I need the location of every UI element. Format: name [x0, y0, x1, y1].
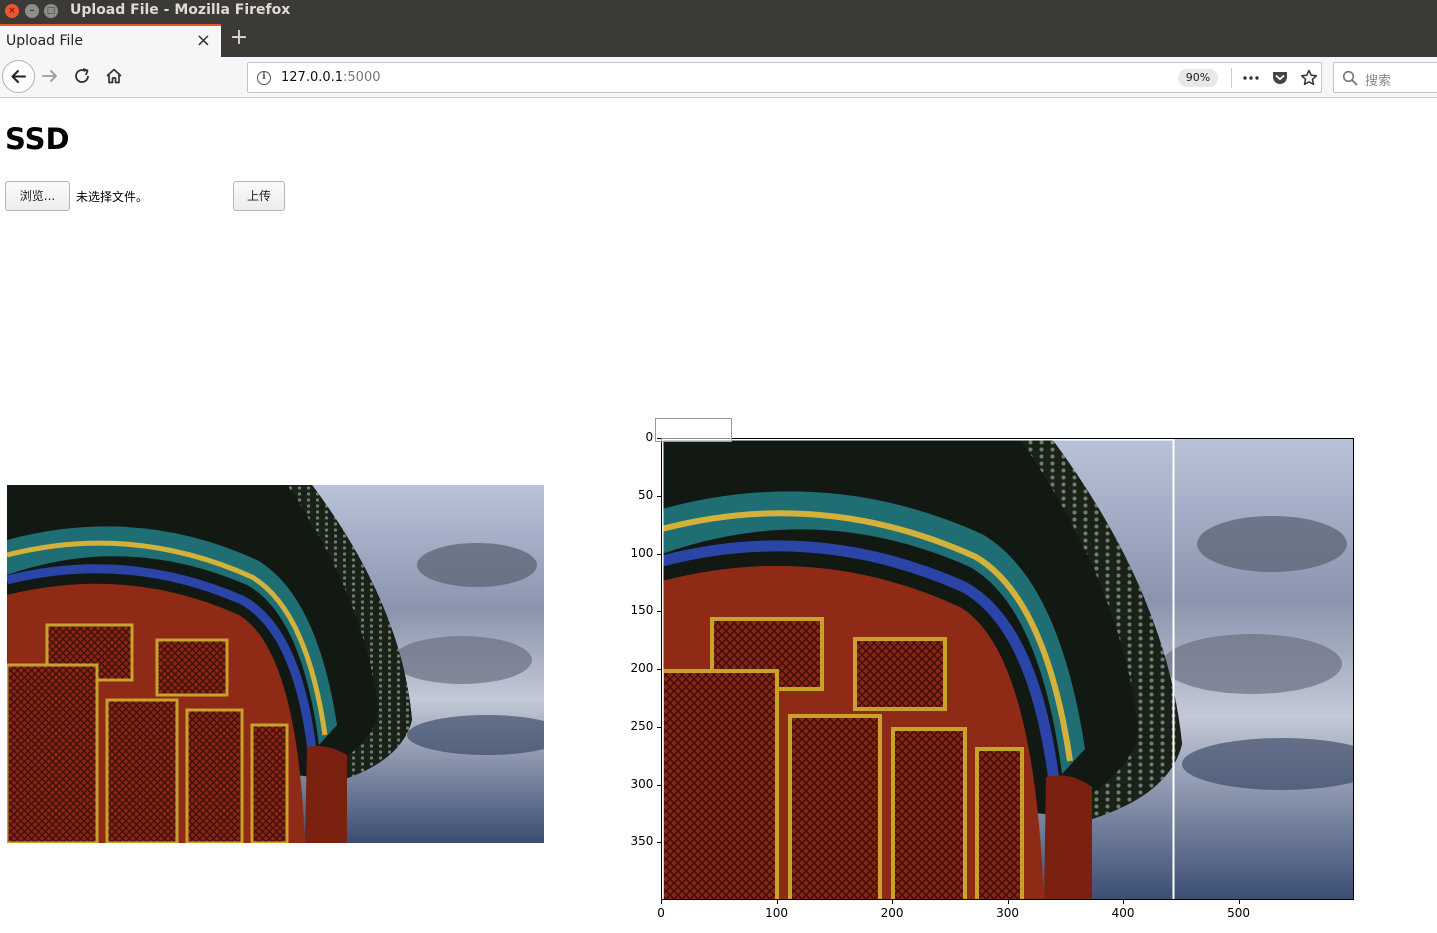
y-tick-mark [657, 553, 661, 555]
zoom-level-badge[interactable]: 90% [1178, 69, 1218, 87]
url-bar-divider [1231, 68, 1232, 88]
search-placeholder: 搜索 [1365, 74, 1392, 89]
x-tick-mark [776, 900, 778, 904]
window-close-button[interactable]: × [5, 4, 19, 18]
tab-upload-file[interactable]: Upload File × [0, 24, 221, 57]
upload-button[interactable]: 上传 [233, 181, 285, 211]
page-content: SSD 浏览... 未选择文件。 上传 1 | 0.950 0 50 100 1… [0, 98, 1437, 933]
reload-icon [75, 68, 89, 83]
x-tick-mark [1007, 900, 1009, 904]
y-tick-mark [657, 669, 661, 670]
x-tick-mark [1123, 900, 1124, 904]
pocket-icon[interactable] [1270, 68, 1290, 88]
tab-close-icon[interactable]: × [196, 30, 211, 51]
x-tick-label: 500 [1227, 906, 1250, 920]
x-tick-mark [892, 900, 893, 904]
y-tick-label: 200 [630, 661, 654, 675]
y-tick-label: 150 [630, 603, 654, 618]
browse-file-button[interactable]: 浏览... [5, 181, 70, 211]
window-maximize-button[interactable]: □ [44, 4, 58, 18]
x-tick-mark [661, 900, 662, 904]
x-tick-label: 400 [1111, 906, 1135, 920]
url-text[interactable]: 127.0.0.1:5000 [281, 70, 381, 85]
y-tick-label: 250 [630, 718, 654, 733]
forward-arrow-icon [42, 70, 57, 82]
detection-result-plot [661, 438, 1354, 900]
y-tick-label: 0 [645, 430, 654, 444]
reload-button[interactable] [70, 64, 94, 88]
search-icon [1342, 70, 1358, 86]
page-title: SSD [5, 122, 70, 156]
navigation-toolbar: i 127.0.0.1:5000 90% 搜索 [0, 57, 1437, 98]
window-minimize-button[interactable]: – [25, 4, 39, 18]
y-tick-label: 350 [630, 834, 654, 849]
detection-label: 1 | 0.950 [655, 418, 732, 442]
y-tick-mark [657, 438, 661, 439]
url-host: 127.0.0.1 [281, 70, 344, 85]
page-actions-icon[interactable] [1241, 68, 1261, 88]
x-tick-mark [1238, 900, 1240, 904]
back-button[interactable] [2, 60, 35, 93]
url-port: :5000 [343, 70, 381, 85]
forward-button[interactable] [38, 64, 62, 88]
y-tick-label: 300 [630, 776, 654, 791]
x-tick-label: 300 [996, 906, 1019, 920]
y-tick-label: 50 [638, 487, 654, 502]
window-title: Upload File - Mozilla Firefox [70, 2, 291, 18]
new-tab-button[interactable]: + [228, 25, 250, 50]
file-status-text: 未选择文件。 [76, 190, 149, 204]
tab-bar: Upload File × + [0, 24, 1437, 57]
bookmark-star-icon[interactable] [1299, 68, 1319, 88]
site-info-icon[interactable]: i [257, 71, 271, 85]
back-arrow-icon [11, 70, 26, 83]
y-tick-mark [657, 784, 661, 786]
x-tick-label: 200 [880, 906, 904, 920]
y-tick-mark [657, 726, 661, 728]
uploaded-image [7, 485, 544, 843]
window-titlebar: × – □ Upload File - Mozilla Firefox [0, 0, 1437, 24]
y-tick-mark [657, 842, 661, 844]
y-tick-mark [657, 611, 661, 613]
y-tick-mark [657, 495, 661, 497]
x-tick-label: 100 [765, 906, 788, 920]
x-tick-label: 0 [657, 906, 665, 920]
home-button[interactable] [102, 64, 126, 88]
home-icon [106, 68, 122, 84]
tab-title: Upload File [6, 33, 83, 49]
url-bar[interactable]: i 127.0.0.1:5000 90% [247, 62, 1322, 93]
search-bar[interactable]: 搜索 [1333, 62, 1437, 93]
y-tick-label: 100 [630, 545, 654, 560]
